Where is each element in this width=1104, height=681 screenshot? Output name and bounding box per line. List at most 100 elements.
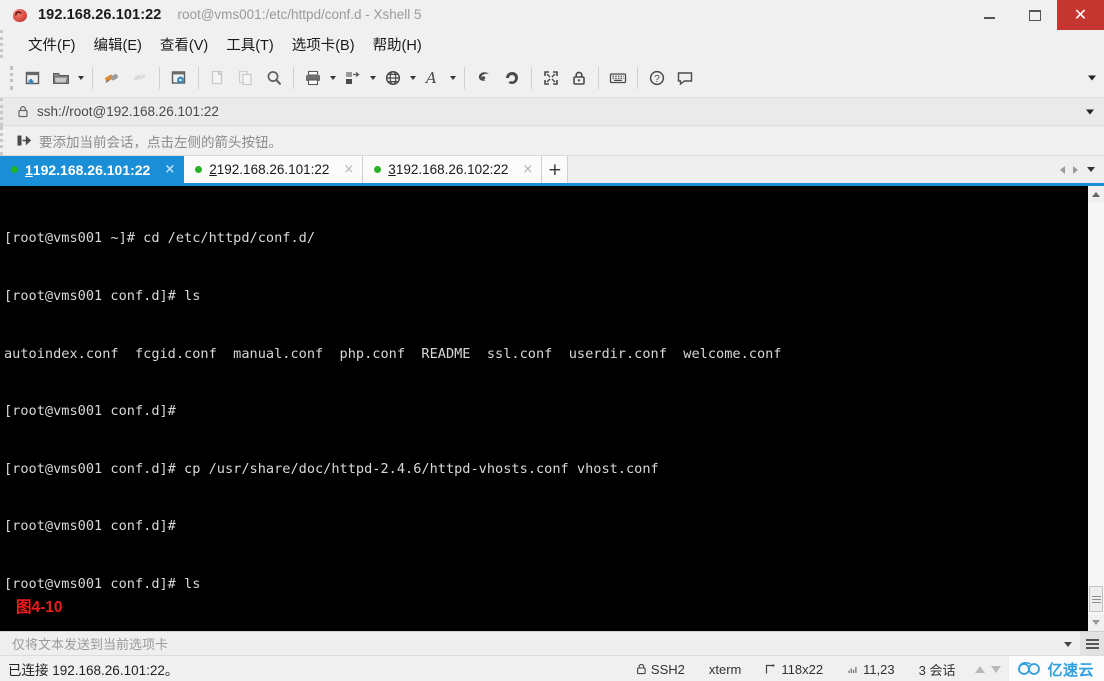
- maximize-button[interactable]: [1012, 0, 1057, 30]
- disconnect-button[interactable]: [126, 64, 154, 92]
- transfer-file-button[interactable]: [339, 64, 367, 92]
- fullscreen-icon: [544, 70, 558, 85]
- status-cursor-label: 11,23: [863, 661, 895, 677]
- print-caret[interactable]: [327, 64, 339, 92]
- session-properties-button[interactable]: [165, 64, 193, 92]
- toolbar-separator: [531, 66, 532, 89]
- lock-session-button[interactable]: [565, 64, 593, 92]
- open-session-button[interactable]: [47, 64, 75, 92]
- globe-icon: [385, 70, 401, 85]
- lock-icon: [636, 663, 646, 675]
- list-icon: [1085, 638, 1099, 650]
- toolbar-overflow-caret[interactable]: [1088, 75, 1096, 80]
- send-to-tab-bar: 仅将文本发送到当前选项卡: [0, 631, 1104, 656]
- connect-icon: [105, 73, 119, 83]
- encoding-button[interactable]: [379, 64, 407, 92]
- address-dropdown-caret[interactable]: [1086, 109, 1094, 114]
- toolbar-separator: [637, 66, 638, 89]
- transfer-file-icon: [346, 71, 360, 84]
- address-bar[interactable]: ssh://root@192.168.26.101:22: [0, 98, 1104, 126]
- font-button[interactable]: A: [419, 64, 447, 92]
- menu-edit[interactable]: 编辑(E): [85, 31, 151, 58]
- fullscreen-button[interactable]: [537, 64, 565, 92]
- tab-2[interactable]: 2 192.168.26.101:22 ×: [184, 156, 364, 183]
- tab-close-icon[interactable]: ×: [329, 163, 354, 176]
- feedback-button[interactable]: [671, 64, 699, 92]
- encoding-caret[interactable]: [407, 64, 419, 92]
- open-folder-caret[interactable]: [75, 64, 87, 92]
- minimize-button[interactable]: [967, 0, 1012, 30]
- new-tab-button[interactable]: +: [542, 156, 569, 183]
- copy-button[interactable]: [204, 64, 232, 92]
- address-input[interactable]: ssh://root@192.168.26.101:22: [37, 104, 219, 119]
- minimize-icon: [984, 16, 995, 19]
- tab-bar: 1 192.168.26.101:22 × 2 192.168.26.101:2…: [0, 156, 1104, 186]
- keyboard-button[interactable]: [604, 64, 632, 92]
- figure-label: 图4-10: [16, 598, 63, 616]
- print-button[interactable]: [299, 64, 327, 92]
- tab-label: 192.168.26.102:22: [395, 162, 509, 177]
- menu-view[interactable]: 查看(V): [151, 31, 217, 58]
- status-terminal-type: xterm: [708, 661, 742, 677]
- address-lock-icon: [17, 105, 29, 118]
- session-properties-icon: [171, 70, 186, 84]
- cloud-icon: [1018, 661, 1041, 675]
- toolbar-separator: [159, 66, 160, 89]
- xagent-button[interactable]: [498, 64, 526, 92]
- paste-button[interactable]: [232, 64, 260, 92]
- scrollbar-thumb[interactable]: [1089, 586, 1103, 612]
- help-button[interactable]: ?: [643, 64, 671, 92]
- cursor-pos-icon: [848, 667, 857, 673]
- tab-number: 1: [25, 161, 33, 178]
- toolbar: A ?: [0, 58, 1104, 98]
- connect-button[interactable]: [98, 64, 126, 92]
- toolbar-grip[interactable]: [10, 65, 13, 90]
- add-session-arrow-icon: [17, 134, 32, 147]
- font-icon: A: [424, 69, 437, 87]
- tab-close-icon[interactable]: ×: [508, 163, 533, 176]
- tab-status-dot: [374, 166, 382, 173]
- tab-close-icon[interactable]: ×: [150, 163, 175, 176]
- scroll-down-arrow-icon: [1092, 620, 1100, 625]
- terminal-screen[interactable]: [root@vms001 ~]# cd /etc/httpd/conf.d/ […: [0, 186, 1087, 631]
- font-caret[interactable]: [447, 64, 459, 92]
- search-icon: [267, 70, 281, 85]
- xftp-icon: [478, 71, 489, 81]
- tab-list-menu-button[interactable]: [1082, 155, 1100, 185]
- send-bar-list-button[interactable]: [1080, 632, 1104, 656]
- tab-next-button[interactable]: [1069, 155, 1082, 185]
- tab-1[interactable]: 1 192.168.26.101:22 ×: [0, 156, 185, 183]
- terminal-line: autoindex.conf fcgid.conf manual.conf ph…: [4, 345, 782, 362]
- scroll-up-button[interactable]: [1088, 186, 1104, 203]
- scrollbar-track[interactable]: [1088, 203, 1104, 614]
- xftp-button[interactable]: [470, 64, 498, 92]
- tab-3[interactable]: 3 192.168.26.102:22 ×: [363, 156, 543, 183]
- menu-help[interactable]: 帮助(H): [364, 31, 431, 58]
- new-session-button[interactable]: [19, 64, 47, 92]
- tab-prev-button[interactable]: [1056, 155, 1069, 185]
- send-bar-dropdown-caret[interactable]: [1056, 641, 1080, 647]
- tab-number: 3: [388, 162, 396, 177]
- transfer-up-icon: [975, 665, 986, 673]
- close-icon: ✕: [1073, 5, 1088, 24]
- status-protocol: SSH2: [624, 656, 697, 681]
- toolbar-separator: [92, 66, 93, 89]
- terminal-line: [root@vms001 conf.d]#: [4, 403, 185, 420]
- menu-tabs[interactable]: 选项卡(B): [283, 31, 364, 58]
- send-to-tab-input[interactable]: 仅将文本发送到当前选项卡: [12, 634, 168, 653]
- menu-file[interactable]: 文件(F): [19, 31, 85, 58]
- scroll-up-arrow-icon: [1092, 192, 1100, 197]
- tab-nav-controls: [1056, 156, 1104, 183]
- toolbar-separator: [293, 66, 294, 89]
- tab-label: 192.168.26.101:22: [32, 161, 151, 178]
- disconnect-icon: [133, 73, 146, 81]
- transfer-caret[interactable]: [367, 64, 379, 92]
- menu-tools[interactable]: 工具(T): [217, 31, 283, 58]
- tab-status-dot: [195, 166, 203, 173]
- connection-status: 已连接 192.168.26.101:22。: [8, 662, 179, 678]
- find-button[interactable]: [260, 64, 288, 92]
- watermark: 亿速云: [1009, 656, 1104, 681]
- terminal-scrollbar[interactable]: [1087, 186, 1104, 631]
- scroll-down-button[interactable]: [1088, 614, 1104, 631]
- close-button[interactable]: ✕: [1057, 0, 1104, 30]
